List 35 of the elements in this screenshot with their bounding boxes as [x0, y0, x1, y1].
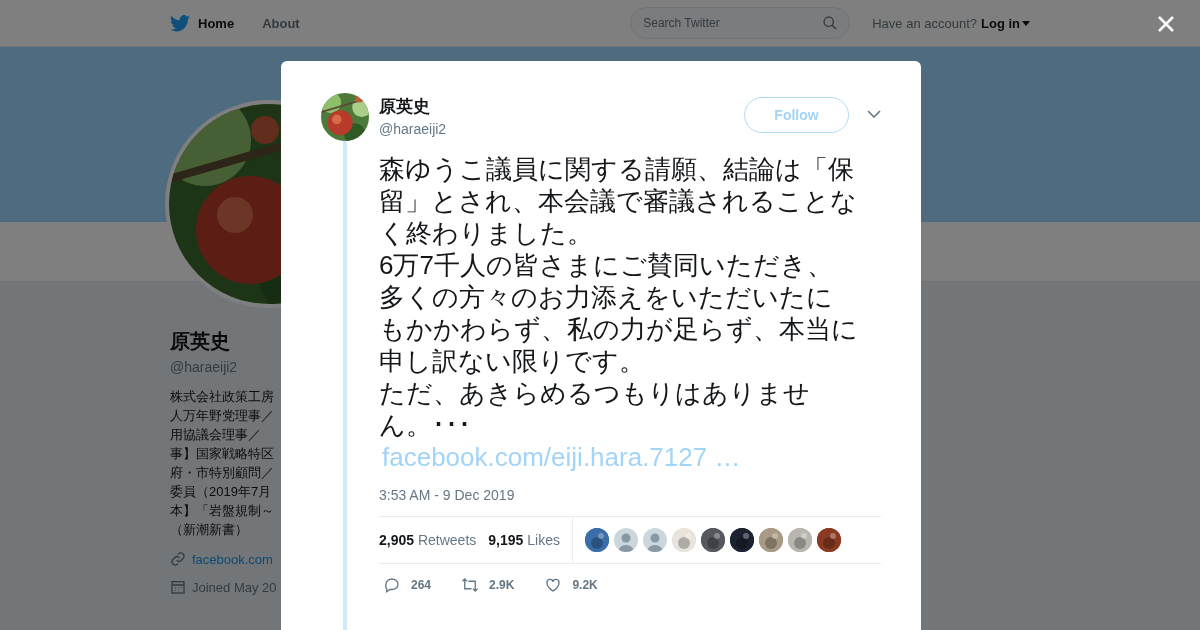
bio-line: 事】国家戦略特区 — [170, 445, 274, 463]
reply-button[interactable]: 264 — [383, 576, 432, 594]
account-prompt: Have an account? — [872, 15, 977, 31]
bio-line: 株式会社政策工房 — [170, 388, 274, 406]
link-icon — [170, 551, 186, 567]
joined-date: Joined May 20 — [192, 579, 277, 595]
bio-line: 人万年野党理事／ — [170, 407, 274, 425]
profile-name: 原英史 — [170, 329, 230, 354]
heart-icon — [544, 576, 563, 594]
bird-logo-icon[interactable] — [170, 14, 190, 32]
bio-line: 本】「岩盤規制～ — [170, 502, 274, 520]
bio-line: 委員（2019年7月 — [170, 483, 272, 501]
bio-line: 府・市特別顧問／ — [170, 464, 274, 482]
login-link[interactable]: Log in — [981, 15, 1030, 31]
bio-line: 用協議会理事／ — [170, 426, 261, 444]
tweet-timestamp: 3:53 AM - 9 Dec 2019 — [379, 487, 516, 503]
stat-link[interactable]: 2,905 Retweets — [379, 532, 477, 548]
nav-link[interactable]: About — [262, 15, 300, 31]
retweet-icon — [461, 576, 480, 594]
stat-link[interactable]: 9,195 Likes — [488, 532, 560, 548]
calendar-icon — [170, 579, 186, 595]
nav-link[interactable]: Home — [198, 15, 235, 31]
default-avatar-icon[interactable] — [642, 528, 667, 552]
reply-icon — [383, 576, 401, 594]
search-field[interactable]: Search Twitter — [630, 7, 851, 39]
author-name[interactable]: 原英史 — [379, 95, 447, 118]
bio-line: （新潮新書） — [170, 521, 248, 539]
profile-handle: @haraeiji2 — [170, 359, 238, 375]
caret-icon — [1022, 20, 1030, 26]
like-button[interactable]: 9.2K — [544, 576, 598, 594]
tweet-text: 森ゆうこ議員に関する請願、結論は「保 留」とされ、本会議で審議されることな く終わりました。 6万7千人の皆さまにご賛同いただき、 多くの方々のお力添えをいただいたに もかかわらず、私の力が足らず、本当に 申し訳ない限りです。 ただ、あきらめるつもりはありませ ん。･･･ — [379, 153, 859, 441]
chevron-down-icon[interactable] — [867, 110, 881, 118]
author-handle[interactable]: @haraeiji2 — [379, 121, 447, 137]
search-icon[interactable] — [822, 15, 839, 31]
retweet-button[interactable]: 2.9K — [461, 576, 515, 594]
